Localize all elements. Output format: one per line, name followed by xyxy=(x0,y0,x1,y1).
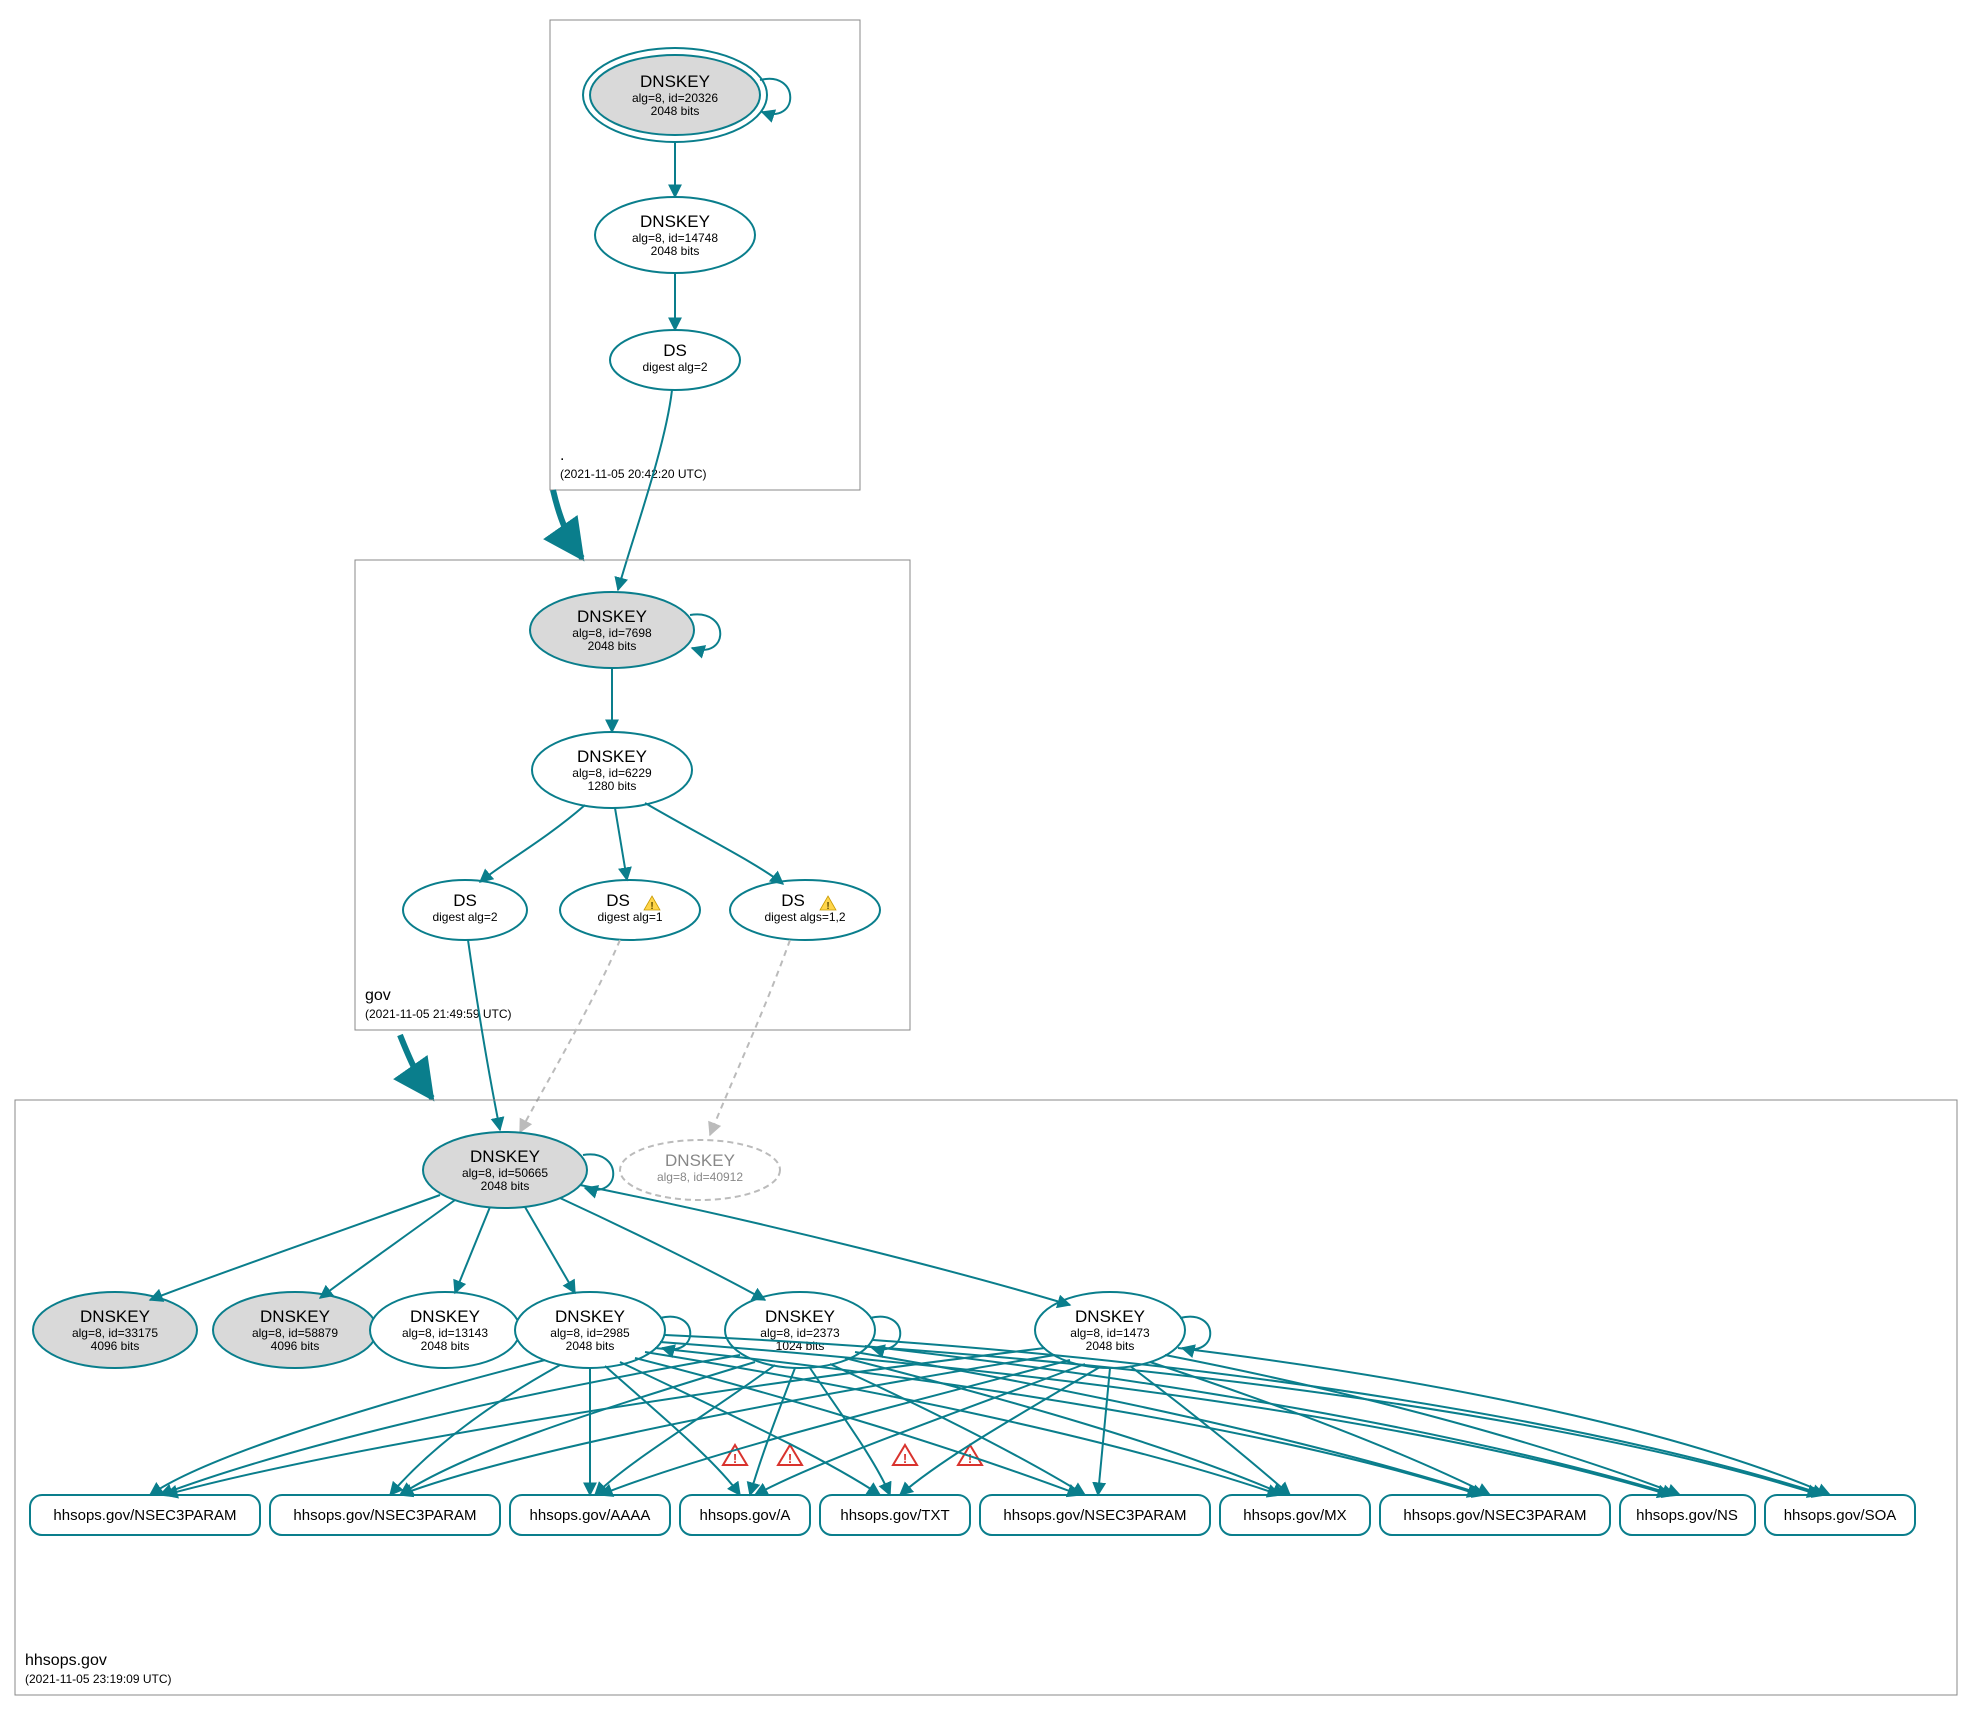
svg-text:DNSKEY: DNSKEY xyxy=(410,1307,480,1326)
svg-text:alg=8, id=13143: alg=8, id=13143 xyxy=(402,1326,488,1340)
svg-text:alg=8, id=2985: alg=8, id=2985 xyxy=(550,1326,630,1340)
rrset-r3: hhsops.gov/AAAA xyxy=(510,1495,670,1535)
zone-gov-label: gov xyxy=(365,987,391,1004)
svg-text:DS: DS xyxy=(453,891,477,910)
dnssec-graph: . (2021-11-05 20:42:20 UTC) DNSKEY alg=8… xyxy=(0,0,1972,1711)
svg-text:DNSKEY: DNSKEY xyxy=(555,1307,625,1326)
svg-text:hhsops.gov/NS: hhsops.gov/NS xyxy=(1636,1507,1738,1524)
svg-text:DS: DS xyxy=(781,891,805,910)
rrset-r6: hhsops.gov/NSEC3PARAM xyxy=(980,1495,1210,1535)
svg-text:!: ! xyxy=(903,1451,907,1466)
svg-text:DNSKEY: DNSKEY xyxy=(260,1307,330,1326)
svg-text:DNSKEY: DNSKEY xyxy=(665,1151,735,1170)
node-hh-k4: DNSKEY alg=8, id=2985 2048 bits xyxy=(515,1292,665,1368)
svg-text:!: ! xyxy=(968,1451,972,1466)
svg-text:hhsops.gov/MX: hhsops.gov/MX xyxy=(1243,1507,1346,1524)
svg-text:alg=8, id=1473: alg=8, id=1473 xyxy=(1070,1326,1150,1340)
svg-text:hhsops.gov/TXT: hhsops.gov/TXT xyxy=(840,1507,949,1524)
zone-hhsops-ts: (2021-11-05 23:19:09 UTC) xyxy=(25,1672,172,1686)
node-gov-ksk: DNSKEY alg=8, id=7698 2048 bits xyxy=(530,592,694,668)
rrset-r4: hhsops.gov/A xyxy=(680,1495,810,1535)
zone-root: . (2021-11-05 20:42:20 UTC) DNSKEY alg=8… xyxy=(550,20,860,490)
svg-text:2048 bits: 2048 bits xyxy=(1086,1339,1135,1353)
svg-text:2048 bits: 2048 bits xyxy=(651,104,700,118)
svg-text:hhsops.gov/NSEC3PARAM: hhsops.gov/NSEC3PARAM xyxy=(293,1507,476,1524)
rrset-r1: hhsops.gov/NSEC3PARAM xyxy=(30,1495,260,1535)
rrset-r2: hhsops.gov/NSEC3PARAM xyxy=(270,1495,500,1535)
svg-text:DS: DS xyxy=(606,891,630,910)
node-hh-k2: DNSKEY alg=8, id=58879 4096 bits xyxy=(213,1292,377,1368)
svg-text:2048 bits: 2048 bits xyxy=(566,1339,615,1353)
svg-text:1280 bits: 1280 bits xyxy=(588,779,637,793)
svg-text:DNSKEY: DNSKEY xyxy=(577,747,647,766)
svg-text:DNSKEY: DNSKEY xyxy=(80,1307,150,1326)
svg-text:alg=8, id=7698: alg=8, id=7698 xyxy=(572,626,652,640)
node-hh-k3: DNSKEY alg=8, id=13143 2048 bits xyxy=(370,1292,520,1368)
node-gov-ds1: DS digest alg=2 xyxy=(403,880,527,940)
rrset-r7: hhsops.gov/MX xyxy=(1220,1495,1370,1535)
zone-gov-ts: (2021-11-05 21:49:59 UTC) xyxy=(365,1007,512,1021)
svg-text:DNSKEY: DNSKEY xyxy=(640,72,710,91)
svg-text:DNSKEY: DNSKEY xyxy=(1075,1307,1145,1326)
svg-text:!: ! xyxy=(788,1451,792,1466)
node-hh-k1: DNSKEY alg=8, id=33175 4096 bits xyxy=(33,1292,197,1368)
zone-root-ts: (2021-11-05 20:42:20 UTC) xyxy=(560,467,707,481)
svg-text:!: ! xyxy=(650,901,653,912)
node-root-ds: DS digest alg=2 xyxy=(610,330,740,390)
rrset-r10: hhsops.gov/SOA xyxy=(1765,1495,1915,1535)
rrset-r9: hhsops.gov/NS xyxy=(1620,1495,1755,1535)
node-root-ksk: DNSKEY alg=8, id=20326 2048 bits xyxy=(583,48,767,142)
zone-gov: gov (2021-11-05 21:49:59 UTC) DNSKEY alg… xyxy=(355,560,910,1030)
svg-text:alg=8, id=40912: alg=8, id=40912 xyxy=(657,1170,743,1184)
svg-text:hhsops.gov/A: hhsops.gov/A xyxy=(700,1507,791,1524)
node-gov-ds3: DS digest algs=1,2 ! xyxy=(730,880,880,940)
svg-text:DNSKEY: DNSKEY xyxy=(765,1307,835,1326)
svg-text:2048 bits: 2048 bits xyxy=(481,1179,530,1193)
node-gov-zsk: DNSKEY alg=8, id=6229 1280 bits xyxy=(532,732,692,808)
svg-text:alg=8, id=50665: alg=8, id=50665 xyxy=(462,1166,548,1180)
node-gov-ds2: DS digest alg=1 ! xyxy=(560,880,700,940)
node-hh-ksk: DNSKEY alg=8, id=50665 2048 bits xyxy=(423,1132,587,1208)
svg-text:hhsops.gov/NSEC3PARAM: hhsops.gov/NSEC3PARAM xyxy=(1003,1507,1186,1524)
svg-text:!: ! xyxy=(826,901,829,912)
svg-text:DNSKEY: DNSKEY xyxy=(577,607,647,626)
svg-text:hhsops.gov/NSEC3PARAM: hhsops.gov/NSEC3PARAM xyxy=(1403,1507,1586,1524)
rrset-r8: hhsops.gov/NSEC3PARAM xyxy=(1380,1495,1610,1535)
svg-text:alg=8, id=2373: alg=8, id=2373 xyxy=(760,1326,840,1340)
svg-text:2048 bits: 2048 bits xyxy=(651,244,700,258)
svg-text:alg=8, id=58879: alg=8, id=58879 xyxy=(252,1326,338,1340)
rrset-r5: hhsops.gov/TXT xyxy=(820,1495,970,1535)
node-root-zsk: DNSKEY alg=8, id=14748 2048 bits xyxy=(595,197,755,273)
svg-text:digest algs=1,2: digest algs=1,2 xyxy=(764,910,845,924)
zone-hhsops-label: hhsops.gov xyxy=(25,1652,107,1669)
svg-text:2048 bits: 2048 bits xyxy=(588,639,637,653)
svg-text:alg=8, id=33175: alg=8, id=33175 xyxy=(72,1326,158,1340)
svg-text:DNSKEY: DNSKEY xyxy=(640,212,710,231)
svg-text:4096 bits: 4096 bits xyxy=(91,1339,140,1353)
zone-hhsops: hhsops.gov (2021-11-05 23:19:09 UTC) DNS… xyxy=(15,1100,1957,1695)
error-icon: ! xyxy=(893,1445,917,1466)
svg-text:!: ! xyxy=(733,1451,737,1466)
svg-text:hhsops.gov/SOA: hhsops.gov/SOA xyxy=(1784,1507,1897,1524)
svg-text:alg=8, id=20326: alg=8, id=20326 xyxy=(632,91,718,105)
svg-text:alg=8, id=6229: alg=8, id=6229 xyxy=(572,766,652,780)
node-hh-k5: DNSKEY alg=8, id=2373 1024 bits xyxy=(725,1292,875,1368)
node-hh-ghost: DNSKEY alg=8, id=40912 xyxy=(620,1140,780,1200)
svg-text:digest alg=1: digest alg=1 xyxy=(597,910,662,924)
svg-text:DNSKEY: DNSKEY xyxy=(470,1147,540,1166)
svg-text:alg=8, id=14748: alg=8, id=14748 xyxy=(632,231,718,245)
svg-text:DS: DS xyxy=(663,341,687,360)
svg-text:hhsops.gov/AAAA: hhsops.gov/AAAA xyxy=(530,1507,651,1524)
svg-text:hhsops.gov/NSEC3PARAM: hhsops.gov/NSEC3PARAM xyxy=(53,1507,236,1524)
svg-text:digest alg=2: digest alg=2 xyxy=(642,360,707,374)
svg-text:2048 bits: 2048 bits xyxy=(421,1339,470,1353)
svg-text:4096 bits: 4096 bits xyxy=(271,1339,320,1353)
svg-text:digest alg=2: digest alg=2 xyxy=(432,910,497,924)
node-hh-k6: DNSKEY alg=8, id=1473 2048 bits xyxy=(1035,1292,1185,1368)
zone-root-label: . xyxy=(560,447,564,464)
